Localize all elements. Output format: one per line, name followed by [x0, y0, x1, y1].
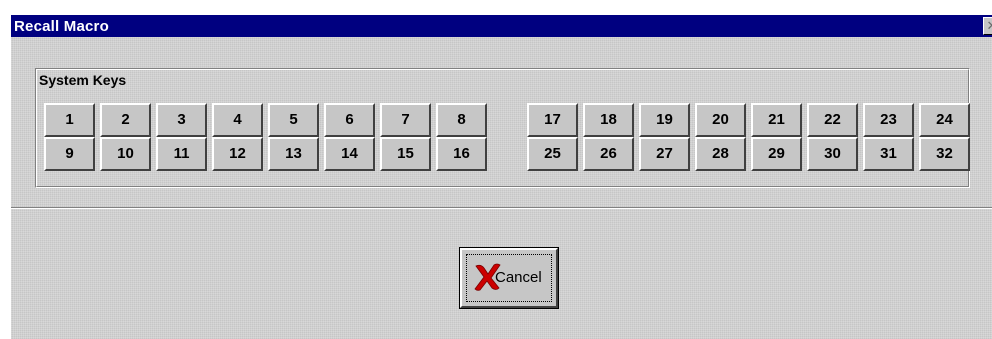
system-key-9[interactable]: 9 [44, 137, 95, 171]
system-key-11[interactable]: 11 [156, 137, 207, 171]
system-key-15[interactable]: 15 [380, 137, 431, 171]
system-key-4[interactable]: 4 [212, 103, 263, 137]
system-key-24[interactable]: 24 [919, 103, 970, 137]
system-key-16[interactable]: 16 [436, 137, 487, 171]
separator-line [11, 207, 992, 209]
system-key-25[interactable]: 25 [527, 137, 578, 171]
system-key-30[interactable]: 30 [807, 137, 858, 171]
system-key-13[interactable]: 13 [268, 137, 319, 171]
cancel-button[interactable]: Cancel [459, 247, 559, 309]
system-key-2[interactable]: 2 [100, 103, 151, 137]
system-key-12[interactable]: 12 [212, 137, 263, 171]
system-key-1[interactable]: 1 [44, 103, 95, 137]
system-key-8[interactable]: 8 [436, 103, 487, 137]
system-key-7[interactable]: 7 [380, 103, 431, 137]
system-key-3[interactable]: 3 [156, 103, 207, 137]
system-key-20[interactable]: 20 [695, 103, 746, 137]
recall-macro-dialog: Recall Macro ✕ System Keys 1234567891011… [10, 14, 992, 339]
system-key-14[interactable]: 14 [324, 137, 375, 171]
cancel-label: Cancel [495, 269, 542, 286]
system-key-32[interactable]: 32 [919, 137, 970, 171]
system-key-5[interactable]: 5 [268, 103, 319, 137]
window-title: Recall Macro [14, 18, 109, 35]
title-bar[interactable]: Recall Macro ✕ [11, 15, 992, 37]
system-key-17[interactable]: 17 [527, 103, 578, 137]
system-key-18[interactable]: 18 [583, 103, 634, 137]
system-key-10[interactable]: 10 [100, 137, 151, 171]
system-key-28[interactable]: 28 [695, 137, 746, 171]
system-key-19[interactable]: 19 [639, 103, 690, 137]
system-key-29[interactable]: 29 [751, 137, 802, 171]
system-key-22[interactable]: 22 [807, 103, 858, 137]
system-key-6[interactable]: 6 [324, 103, 375, 137]
system-key-26[interactable]: 26 [583, 137, 634, 171]
close-icon: ✕ [987, 18, 992, 33]
close-button[interactable]: ✕ [983, 17, 992, 35]
system-key-23[interactable]: 23 [863, 103, 914, 137]
system-key-27[interactable]: 27 [639, 137, 690, 171]
system-key-21[interactable]: 21 [751, 103, 802, 137]
system-key-31[interactable]: 31 [863, 137, 914, 171]
system-keys-label: System Keys [39, 72, 127, 88]
